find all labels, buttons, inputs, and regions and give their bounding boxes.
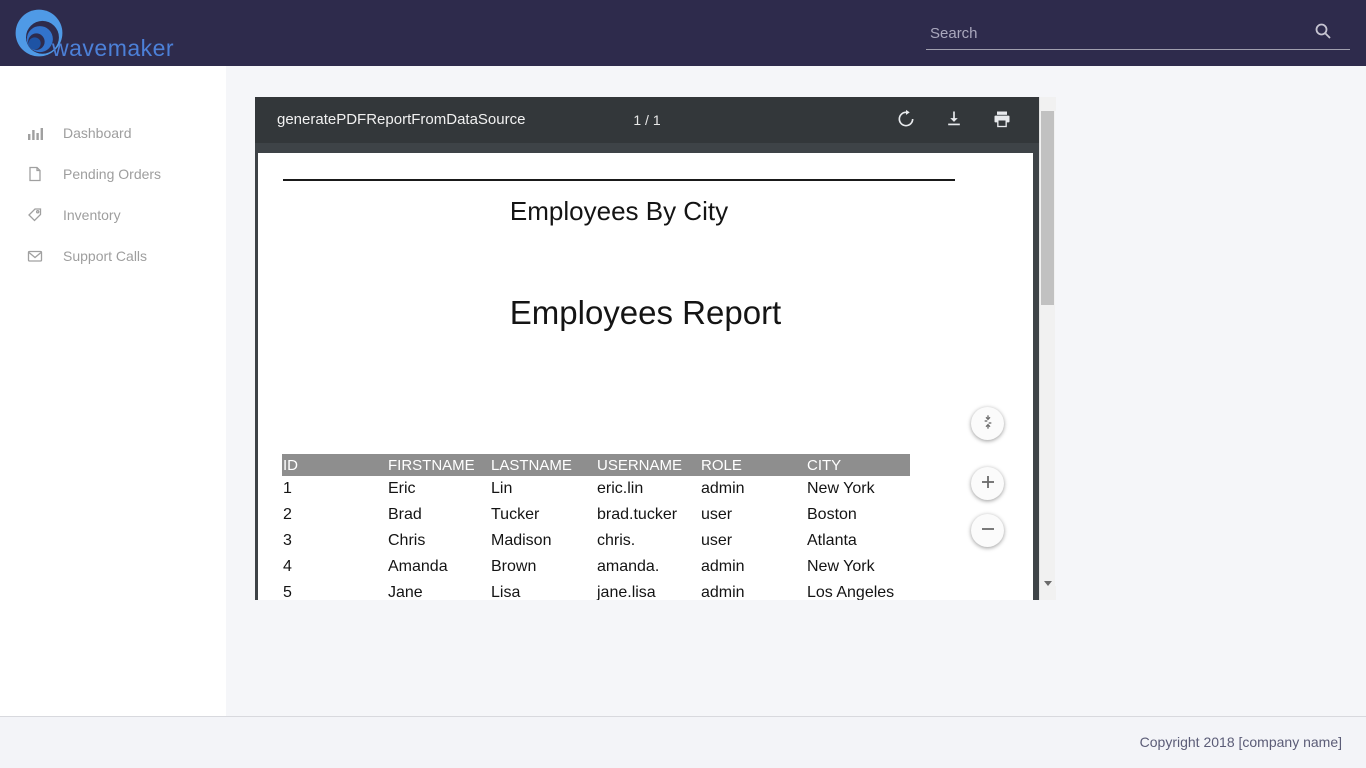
table-cell: New York [806,554,910,580]
compress-icon [980,414,996,433]
zoom-out-button[interactable] [971,514,1004,547]
table-cell: 3 [282,528,387,554]
table-cell: brad.tucker [596,502,700,528]
document-rule [283,179,955,181]
table-cell: user [700,528,806,554]
sidebar-item-label: Pending Orders [63,166,161,182]
download-button[interactable] [942,108,966,132]
copyright-text: Copyright 2018 [company name] [1140,717,1342,767]
document-title: Employees Report [258,294,1033,332]
table-cell: amanda. [596,554,700,580]
brand-name: wavemaker [52,35,174,62]
sidebar-item-support-calls[interactable]: Support Calls [0,235,226,276]
table-cell: admin [700,580,806,600]
envelope-icon [27,248,43,264]
sidebar-item-label: Inventory [63,207,121,223]
sidebar-item-dashboard[interactable]: Dashboard [0,112,226,153]
table-cell: Brad [387,502,490,528]
download-icon [944,109,964,132]
rotate-icon [896,109,916,132]
table-row: 5 Jane Lisa jane.lisa admin Los Angeles [282,580,910,600]
zoom-in-button[interactable] [971,467,1004,500]
table-cell: Boston [806,502,910,528]
table-cell: Los Angeles [806,580,910,600]
table-row: 1 Eric Lin eric.lin admin New York [282,476,910,502]
search-icon[interactable] [1314,22,1332,40]
scroll-up-button[interactable] [1040,97,1056,111]
table-cell: Lisa [490,580,596,600]
print-icon [992,109,1012,132]
app-root: wavemaker Dashboard [0,0,1366,768]
pdf-toolbar: generatePDFReportFromDataSource 1 / 1 [255,97,1039,143]
search-input[interactable] [930,20,1290,46]
fit-to-page-button[interactable] [971,407,1004,440]
table-cell: admin [700,476,806,502]
table-cell: Madison [490,528,596,554]
column-header: CITY [806,454,910,476]
column-header: LASTNAME [490,454,596,476]
table-cell: Lin [490,476,596,502]
column-header: ID [282,454,387,476]
app-header: wavemaker [0,0,1366,66]
table-row: 2 Brad Tucker brad.tucker user Boston [282,502,910,528]
document-icon [27,166,43,182]
pdf-content-area: Employees By City Employees Report ID FI… [255,143,1039,600]
table-cell: New York [806,476,910,502]
table-cell: Brown [490,554,596,580]
table-cell: Tucker [490,502,596,528]
app-footer: Copyright 2018 [company name] [0,716,1366,768]
column-header: ROLE [700,454,806,476]
table-cell: 5 [282,580,387,600]
bar-chart-icon [27,125,43,141]
sidebar: Dashboard Pending Orders Inventory [0,66,226,716]
search-box [926,16,1350,50]
sidebar-item-label: Support Calls [63,248,147,264]
pdf-toolbar-actions [894,97,1014,143]
column-header: FIRSTNAME [387,454,490,476]
print-button[interactable] [990,108,1014,132]
table-cell: 1 [282,476,387,502]
tag-icon [27,207,43,223]
table-cell: jane.lisa [596,580,700,600]
plus-icon [980,474,996,493]
table-cell: chris. [596,528,700,554]
table-cell: Atlanta [806,528,910,554]
table-header-row: ID FIRSTNAME LASTNAME USERNAME ROLE CITY [282,454,910,476]
pdf-page: Employees By City Employees Report ID FI… [258,153,1033,600]
pdf-viewer: generatePDFReportFromDataSource 1 / 1 [255,97,1055,600]
table-row: 4 Amanda Brown amanda. admin New York [282,554,910,580]
sidebar-item-label: Dashboard [63,125,132,141]
table-cell: Eric [387,476,490,502]
minus-icon [980,521,996,540]
table-cell: 4 [282,554,387,580]
table-cell: Jane [387,580,490,600]
sidebar-item-pending-orders[interactable]: Pending Orders [0,153,226,194]
scrollbar-thumb[interactable] [1041,111,1054,305]
brand: wavemaker [13,7,233,63]
sidebar-item-inventory[interactable]: Inventory [0,194,226,235]
employees-table: ID FIRSTNAME LASTNAME USERNAME ROLE CITY… [282,454,910,600]
table-cell: Amanda [387,554,490,580]
table-cell: eric.lin [596,476,700,502]
scroll-down-button[interactable] [1040,586,1056,600]
table-cell: user [700,502,806,528]
column-header: USERNAME [596,454,700,476]
rotate-button[interactable] [894,108,918,132]
table-cell: admin [700,554,806,580]
table-cell: Chris [387,528,490,554]
scroll-down-icon [1044,581,1052,601]
vertical-scrollbar[interactable] [1039,97,1055,600]
table-row: 3 Chris Madison chris. user Atlanta [282,528,910,554]
table-cell: 2 [282,502,387,528]
main-content: generatePDFReportFromDataSource 1 / 1 [226,66,1366,716]
document-subtitle: Employees By City [258,196,980,227]
